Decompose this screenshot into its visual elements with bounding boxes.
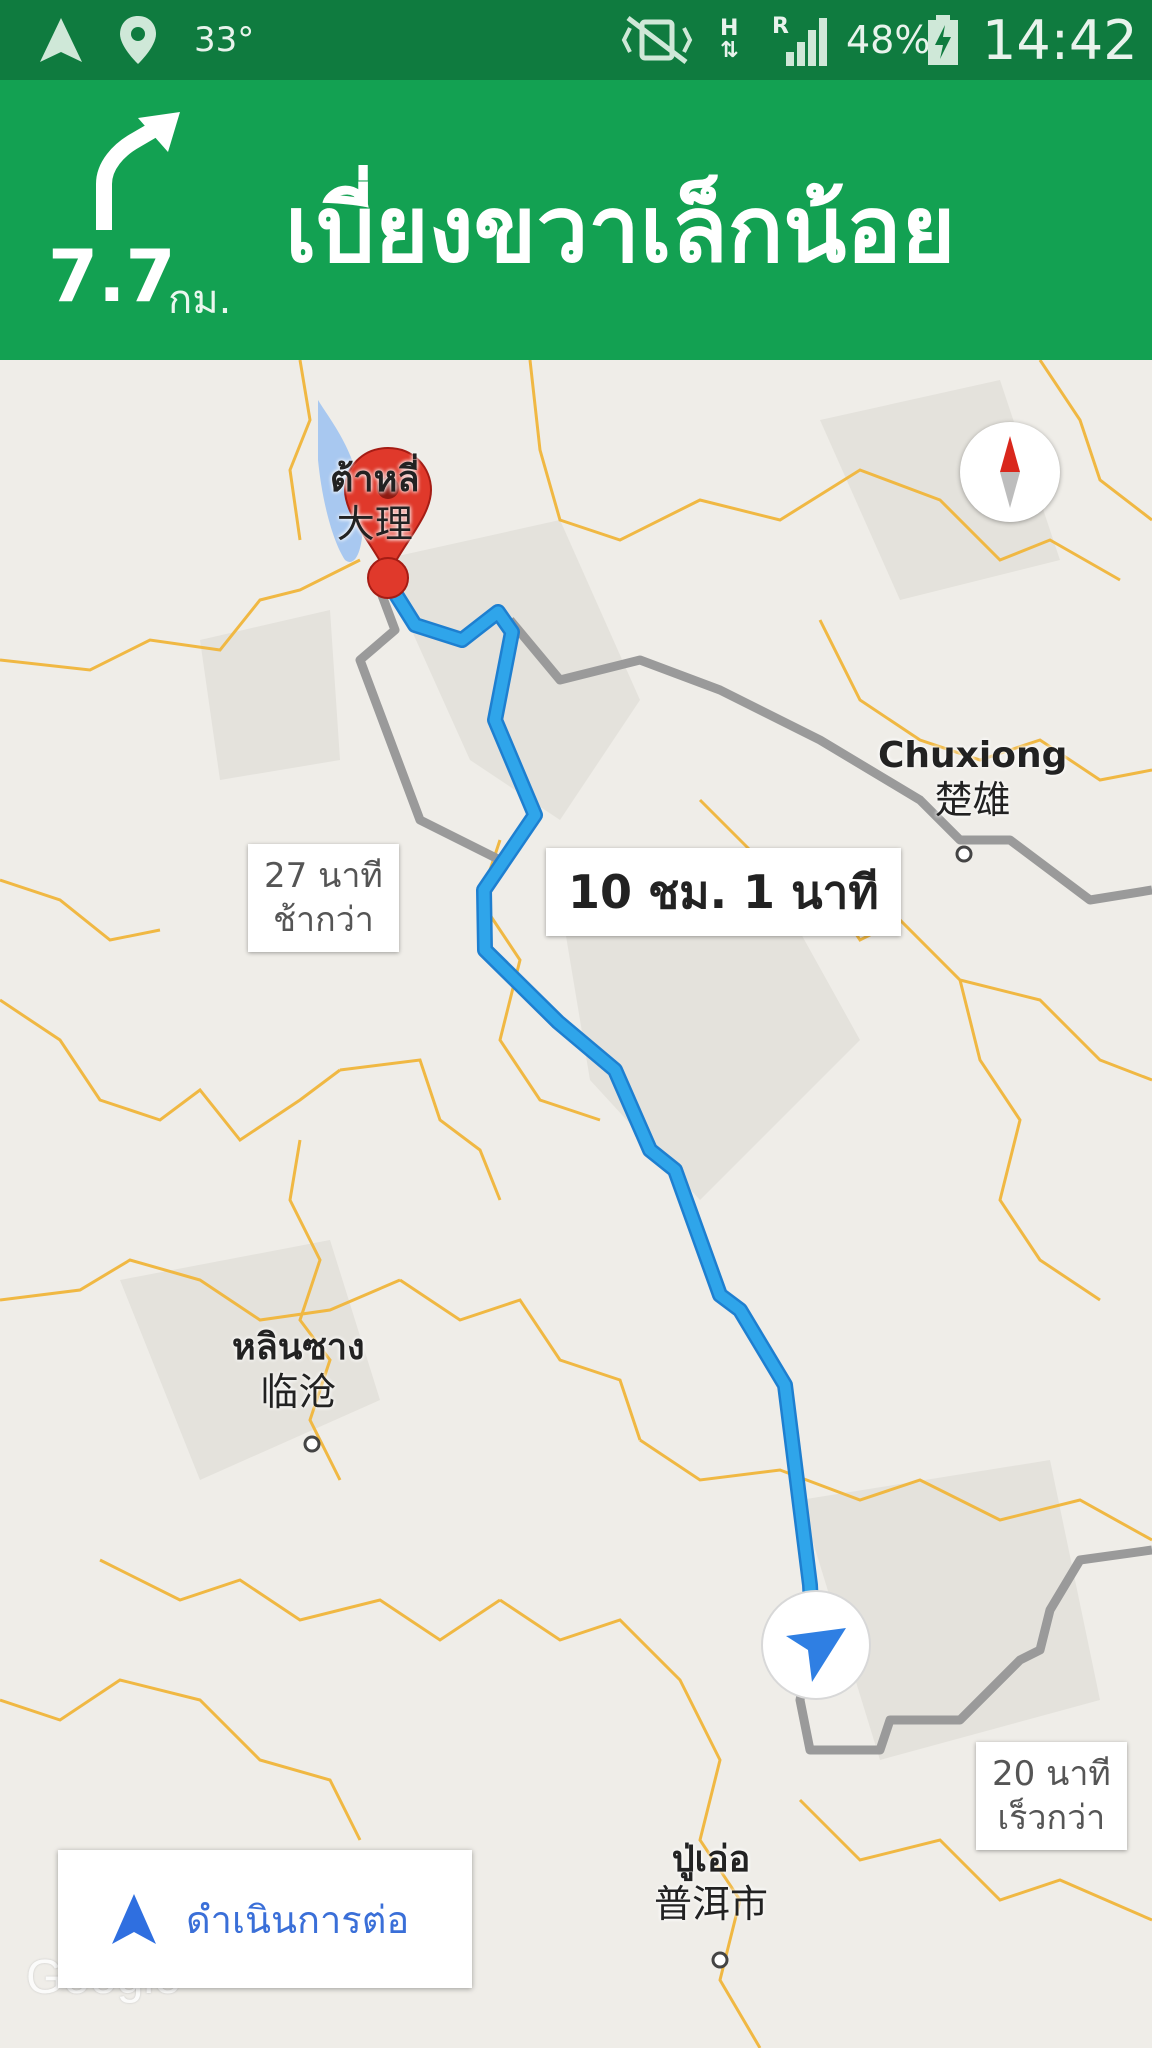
alt-route-callout-slower[interactable]: 27 นาที ช้ากว่า: [248, 844, 399, 952]
battery-charging-icon: [926, 0, 960, 80]
location-pin-icon: [116, 0, 160, 80]
alt-route-compare: เร็วกว่า: [997, 1798, 1106, 1838]
data-transfer-icon: H ⇅: [720, 16, 739, 63]
place-label-dali: ต้าหลี่ 大理: [330, 458, 419, 546]
resume-button-label: ดำเนินการต่อ: [186, 1897, 410, 1942]
resume-navigation-button[interactable]: ดำเนินการต่อ: [58, 1850, 472, 1988]
signal-icon: R: [772, 0, 828, 80]
place-label-lincang: หลินซาง 临沧: [232, 1326, 365, 1414]
navigation-arrow-icon: [38, 0, 84, 80]
network-h-label: H: [720, 16, 739, 41]
clock: 14:42: [982, 8, 1138, 72]
place-native-name: 普洱市: [654, 1882, 769, 1926]
current-location-icon[interactable]: [761, 1590, 871, 1700]
battery-percent: 48%: [846, 18, 931, 62]
place-name: ต้าหลี่: [330, 459, 420, 500]
place-name: หลินซาง: [232, 1327, 365, 1368]
navigation-header: 7.7 กม. เบี่ยงขวาเล็กน้อย: [0, 80, 1152, 360]
alt-route-compare: ช้ากว่า: [272, 900, 374, 940]
place-name: ปู่เอ่อ: [671, 1839, 751, 1880]
status-bar: 33° H ⇅ R 48% 14:42: [0, 0, 1152, 80]
alt-route-time: 20 นาที: [992, 1754, 1111, 1794]
distance-value: 7.7: [48, 234, 176, 318]
turn-instruction: เบี่ยงขวาเล็กน้อย: [285, 176, 956, 283]
compass-icon: [1000, 436, 1020, 508]
city-marker-chuxiong: [955, 845, 973, 863]
temperature: 33°: [194, 20, 255, 60]
city-marker-lincang: [303, 1435, 321, 1453]
place-native-name: 大理: [336, 502, 413, 546]
alt-route-time: 27 นาที: [264, 856, 383, 896]
place-native-name: 楚雄: [934, 778, 1011, 822]
compass-button[interactable]: [960, 422, 1060, 522]
city-marker-puer: [711, 1951, 729, 1969]
place-native-name: 临沧: [260, 1370, 337, 1414]
alt-route-callout-faster[interactable]: 20 นาที เร็วกว่า: [976, 1742, 1127, 1850]
place-name: Chuxiong: [878, 735, 1068, 776]
place-label-chuxiong: Chuxiong 楚雄: [878, 734, 1067, 822]
navigation-arrow-icon: [112, 1894, 156, 1944]
vibrate-mute-icon: [620, 0, 694, 80]
place-label-puer: ปู่เอ่อ 普洱市: [654, 1838, 768, 1926]
distance-unit: กม.: [168, 277, 232, 323]
route-duration-callout[interactable]: 10 ชม. 1 นาที: [546, 848, 901, 936]
slight-right-arrow-icon: [88, 110, 188, 240]
map-view[interactable]: ต้าหลี่ 大理 Chuxiong 楚雄 หลินซาง 临沧 ปู่เอ่…: [0, 360, 1152, 2048]
